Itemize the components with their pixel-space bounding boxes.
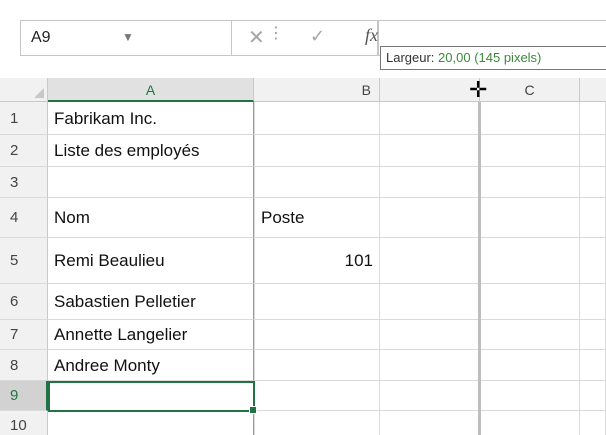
table-cell[interactable] — [254, 284, 380, 320]
row-header[interactable]: 9 — [0, 381, 48, 411]
table-cell[interactable] — [254, 411, 380, 435]
table-cell[interactable] — [380, 381, 480, 411]
table-cell[interactable]: Remi Beaulieu — [48, 238, 254, 284]
column-header-d[interactable] — [580, 78, 606, 102]
table-cell[interactable] — [580, 135, 606, 167]
table-cell[interactable]: Fabrikam Inc. — [48, 102, 254, 135]
spreadsheet-grid: A B C ✛ 1 Fabrikam Inc. 2 Liste des employé… — [0, 78, 606, 435]
select-all-button[interactable] — [0, 78, 48, 102]
more-options-icon[interactable]: ⋮ — [268, 26, 284, 42]
check-icon[interactable]: ✓ — [310, 26, 325, 47]
row-header[interactable]: 8 — [0, 350, 48, 381]
table-cell[interactable] — [48, 411, 254, 435]
column-width-tooltip: Largeur: 20,00 (145 pixels) — [380, 46, 606, 70]
table-cell[interactable] — [48, 167, 254, 198]
table-cell[interactable] — [580, 167, 606, 198]
table-cell[interactable] — [580, 411, 606, 435]
fill-handle[interactable] — [249, 406, 257, 414]
table-cell[interactable] — [254, 167, 380, 198]
table-cell[interactable] — [254, 350, 380, 381]
column-header-b[interactable]: B — [254, 78, 380, 102]
table-cell[interactable] — [580, 350, 606, 381]
table-cell[interactable] — [380, 135, 480, 167]
table-cell[interactable]: Nom — [48, 198, 254, 238]
table-cell[interactable] — [480, 167, 580, 198]
table-cell[interactable] — [580, 284, 606, 320]
table-cell[interactable] — [580, 102, 606, 135]
table-cell[interactable] — [380, 284, 480, 320]
table-cell[interactable]: 101 — [254, 238, 380, 284]
table-cell[interactable]: Sabastien Pelletier — [48, 284, 254, 320]
table-cell[interactable] — [480, 135, 580, 167]
row-header[interactable]: 4 — [0, 198, 48, 238]
row-header[interactable]: 6 — [0, 284, 48, 320]
name-box[interactable]: A9 ▼ — [20, 20, 260, 56]
table-cell[interactable] — [254, 381, 380, 411]
table-cell[interactable] — [380, 198, 480, 238]
table-cell[interactable] — [380, 411, 480, 435]
formula-controls: ✕ ✓ fx — [231, 20, 378, 56]
row-header[interactable]: 1 — [0, 102, 48, 135]
table-cell[interactable] — [580, 198, 606, 238]
row-header[interactable]: 5 — [0, 238, 48, 284]
column-resize-guide — [478, 102, 481, 435]
column-header-spacer — [380, 78, 480, 102]
table-cell[interactable] — [380, 320, 480, 350]
table-cell[interactable] — [480, 381, 580, 411]
table-cell[interactable] — [254, 320, 380, 350]
table-cell[interactable] — [580, 238, 606, 284]
table-cell[interactable]: Annette Langelier — [48, 320, 254, 350]
table-cell[interactable] — [480, 102, 580, 135]
table-cell[interactable] — [380, 102, 480, 135]
table-cell[interactable] — [254, 135, 380, 167]
column-header-a[interactable]: A — [48, 78, 254, 102]
table-cell[interactable] — [380, 167, 480, 198]
name-box-value: A9 — [31, 29, 51, 46]
table-cell[interactable] — [480, 320, 580, 350]
selected-cell-border — [48, 381, 257, 414]
table-cell[interactable] — [580, 320, 606, 350]
row-header[interactable]: 10 — [0, 411, 48, 435]
cancel-icon[interactable]: ✕ — [248, 25, 265, 50]
tooltip-value: 20,00 (145 pixels) — [438, 50, 542, 65]
column-resize-cursor-icon: ✛ — [469, 78, 488, 102]
table-cell[interactable] — [480, 238, 580, 284]
table-cell[interactable]: Poste — [254, 198, 380, 238]
table-cell[interactable] — [480, 284, 580, 320]
corner-triangle-icon — [34, 88, 44, 98]
tooltip-prefix: Largeur: — [386, 50, 439, 65]
column-header-c[interactable]: C — [480, 78, 580, 102]
chevron-down-icon[interactable]: ▼ — [122, 30, 134, 44]
insert-function-icon[interactable]: fx — [365, 25, 378, 46]
table-cell[interactable] — [380, 350, 480, 381]
table-cell[interactable] — [254, 102, 380, 135]
table-cell[interactable]: Andree Monty — [48, 350, 254, 381]
row-header[interactable]: 3 — [0, 167, 48, 198]
table-cell[interactable] — [380, 238, 480, 284]
table-cell[interactable] — [580, 381, 606, 411]
row-header[interactable]: 2 — [0, 135, 48, 167]
table-cell[interactable] — [480, 198, 580, 238]
row-header[interactable]: 7 — [0, 320, 48, 350]
table-cell[interactable] — [480, 411, 580, 435]
table-cell[interactable] — [480, 350, 580, 381]
table-cell[interactable]: Liste des employés — [48, 135, 254, 167]
